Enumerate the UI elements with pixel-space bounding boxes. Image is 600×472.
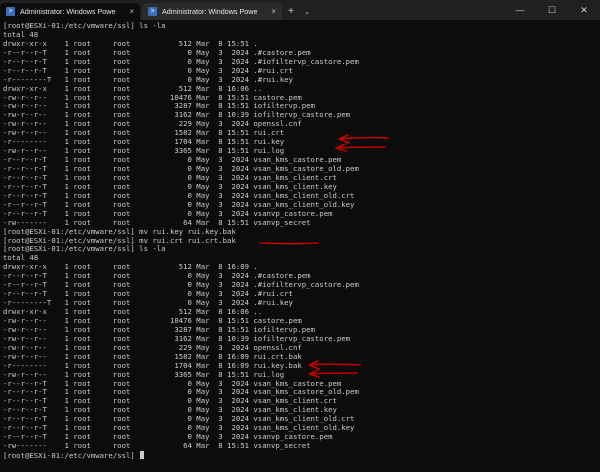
terminal-prompt: [root@ESXi-01:/etc/vmware/ssl] xyxy=(3,451,140,460)
terminal-line: -rw------- 1 root root 64 Mar 8 15:51 vs… xyxy=(3,441,311,451)
terminal-prompt-line[interactable]: [root@ESXi-01:/etc/vmware/ssl] xyxy=(3,451,597,460)
tab-title: Administrator: Windows Powe xyxy=(162,7,258,16)
window-controls: — ☐ ✕ xyxy=(504,0,600,20)
terminal-line: [root@ESXi-01:/etc/vmware/ssl] ls -la xyxy=(3,244,166,254)
powershell-icon: > xyxy=(148,7,157,16)
title-bar: > Administrator: Windows Powe × > Admini… xyxy=(0,0,600,20)
chevron-down-icon[interactable]: ⌄ xyxy=(300,3,314,20)
terminal-line: [root@ESXi-01:/etc/vmware/ssl] ls -la xyxy=(3,22,166,30)
powershell-icon: > xyxy=(6,7,15,16)
terminal-output[interactable]: [root@ESXi-01:/etc/vmware/ssl] ls -la tot… xyxy=(3,22,597,470)
tab-title: Administrator: Windows Powe xyxy=(20,7,116,16)
tab-powershell-1[interactable]: > Administrator: Windows Powe × xyxy=(0,3,140,20)
new-tab-button[interactable]: + xyxy=(282,3,300,20)
tab-powershell-2[interactable]: > Administrator: Windows Powe × xyxy=(142,3,282,20)
close-icon[interactable]: × xyxy=(271,7,276,16)
close-window-button[interactable]: ✕ xyxy=(568,5,600,16)
close-icon[interactable]: × xyxy=(129,7,134,16)
maximize-button[interactable]: ☐ xyxy=(536,5,568,16)
minimize-button[interactable]: — xyxy=(504,5,536,15)
text-cursor xyxy=(140,451,145,459)
